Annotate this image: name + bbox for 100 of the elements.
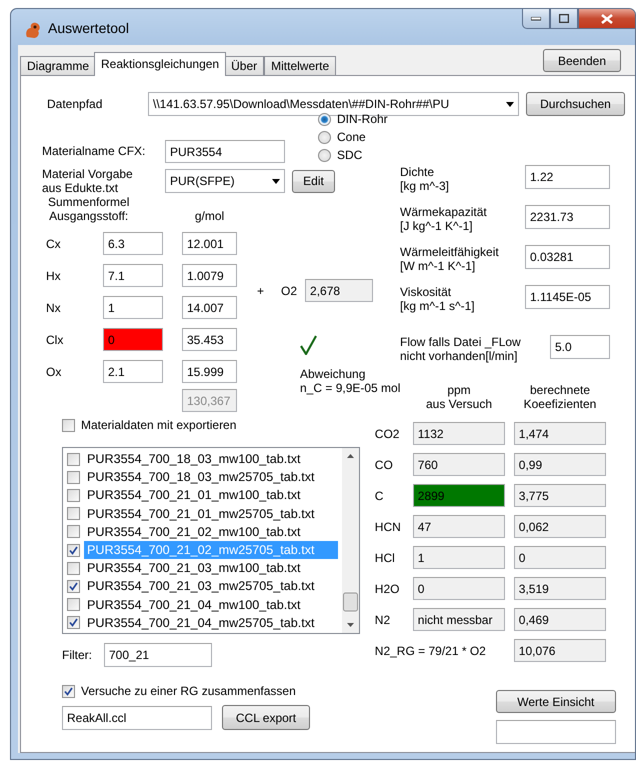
molar-mass-field[interactable]: 15.999 xyxy=(182,360,237,383)
checkbox[interactable] xyxy=(67,562,80,575)
ppm-field[interactable]: 1132 xyxy=(412,422,505,445)
window-title: Auswertetool xyxy=(48,20,129,36)
radio-button[interactable] xyxy=(318,130,331,144)
checkbox[interactable] xyxy=(67,507,80,520)
flow-field[interactable]: 5.0 xyxy=(550,335,610,359)
checkbox[interactable] xyxy=(67,544,80,557)
coefficient-field[interactable]: 0 xyxy=(514,546,606,569)
tab[interactable]: Über xyxy=(224,56,264,76)
file-item[interactable]: PUR3554_700_21_04_mw100_tab.txt xyxy=(84,596,338,614)
tab[interactable]: Diagramme xyxy=(20,56,96,76)
column-header: berechnete Koeefizienten xyxy=(522,383,598,411)
element-label: Ox xyxy=(46,364,62,378)
checkbox[interactable] xyxy=(67,598,80,612)
caret-icon xyxy=(272,178,280,184)
checkbox[interactable] xyxy=(62,418,75,432)
ppm-field[interactable]: 47 xyxy=(412,515,505,538)
field-label: Material Vorgabe aus Edukte.txt xyxy=(42,167,134,195)
column-header: Summenformel Ausgangsstoff: xyxy=(48,195,130,223)
coefficient-field[interactable]: 0,99 xyxy=(514,453,606,476)
file-item[interactable]: PUR3554_700_18_03_mw25705_tab.txt xyxy=(84,468,338,486)
molar-mass-field[interactable]: 14.007 xyxy=(182,296,237,319)
radio-label: Cone xyxy=(337,130,366,144)
file-item[interactable]: PUR3554_700_21_01_mw25705_tab.txt xyxy=(84,504,338,523)
count-field[interactable]: 7.1 xyxy=(103,264,163,287)
material-name-field[interactable]: PUR3554 xyxy=(165,140,285,163)
field-label: Filter: xyxy=(62,648,93,662)
coefficient-field[interactable]: 0,469 xyxy=(514,608,606,631)
checkbox[interactable] xyxy=(67,580,80,593)
file-item[interactable]: PUR3554_700_21_04_mw25705_tab.txt xyxy=(84,614,338,632)
file-item[interactable]: PUR3554_700_18_03_mw100_tab.txt xyxy=(84,450,338,468)
file-item[interactable]: PUR3554_700_21_03_mw25705_tab.txt xyxy=(84,577,338,596)
filter-field[interactable]: 700_21 xyxy=(104,643,212,667)
file-item[interactable]: PUR3554_700_21_02_mw100_tab.txt xyxy=(84,522,338,541)
minimize-button[interactable] xyxy=(522,9,550,29)
radio-button[interactable] xyxy=(318,148,331,162)
field-label: Datenpfad xyxy=(46,97,104,111)
coefficient-field[interactable]: 1,474 xyxy=(514,422,606,445)
checkbox[interactable] xyxy=(67,616,80,630)
output-field[interactable] xyxy=(496,720,616,744)
ppm-field[interactable]: 760 xyxy=(412,453,505,476)
browse-button[interactable]: Durchsuchen xyxy=(526,92,625,116)
ppm-field[interactable]: 2899 xyxy=(412,484,505,507)
ppm-field[interactable]: 1 xyxy=(412,546,505,569)
maximize-icon xyxy=(559,14,569,23)
field-label: Materialname CFX: xyxy=(42,144,146,160)
quit-button[interactable]: Beenden xyxy=(543,49,621,72)
property-label: Viskosität [kg m^-1 s^-1] xyxy=(400,285,476,313)
property-field[interactable]: 1.22 xyxy=(525,165,610,189)
oxygen-field[interactable]: 2,678 xyxy=(305,279,374,302)
file-item[interactable]: PUR3554_700_21_03_mw100_tab.txt xyxy=(84,559,338,578)
checkbox[interactable] xyxy=(67,452,80,466)
checkbox[interactable] xyxy=(67,525,80,538)
flow-label: Flow falls Datei _FLow nicht vorhanden[l/min] xyxy=(400,335,522,363)
values-button[interactable]: Werte Einsicht xyxy=(496,690,616,713)
count-field[interactable]: 6.3 xyxy=(103,232,163,255)
checkbox-label: Materialdaten mit exportieren xyxy=(81,418,236,432)
ccl-export-button[interactable]: CCL export xyxy=(222,705,310,730)
material-dropdown[interactable]: PUR(SFPE) xyxy=(165,169,285,193)
property-field[interactable]: 2231.73 xyxy=(525,205,610,229)
caret-icon xyxy=(506,102,514,106)
formula-label: N2_RG = 79/21 * O2 xyxy=(374,644,487,658)
molar-mass-field[interactable]: 35.453 xyxy=(182,328,237,351)
tab[interactable]: Reaktionsgleichungen xyxy=(94,52,226,76)
column-header: g/mol xyxy=(194,209,226,223)
close-button[interactable] xyxy=(578,9,635,29)
coefficient-field[interactable]: 10,076 xyxy=(514,639,606,662)
tab[interactable]: Mittelwerte xyxy=(264,56,336,76)
property-field[interactable]: 1.1145E-05 xyxy=(525,285,610,309)
column-header: ppm aus Versuch xyxy=(424,383,494,411)
property-label: Dichte [kg m^-3] xyxy=(400,165,450,193)
checkbox[interactable] xyxy=(67,470,80,484)
coefficient-field[interactable]: 0,062 xyxy=(514,515,606,538)
checkbox[interactable] xyxy=(62,684,75,698)
ppm-field[interactable]: nicht messbar xyxy=(412,608,505,631)
element-label: Clx xyxy=(46,332,64,346)
scrollbar[interactable] xyxy=(342,448,359,633)
oxygen-label: O2 xyxy=(281,284,298,298)
molar-mass-field[interactable]: 1.0079 xyxy=(182,264,237,287)
coefficient-field[interactable]: 3,519 xyxy=(514,577,606,600)
gas-label: C xyxy=(374,488,384,502)
deviation-text: Abweichung n_C = 9,9E-05 mol xyxy=(300,367,400,395)
property-label: Wärmekapazität [J kg^-1 K^-1] xyxy=(400,205,488,233)
maximize-button[interactable] xyxy=(550,9,578,29)
ppm-field[interactable]: 0 xyxy=(412,577,505,600)
close-icon xyxy=(601,14,613,24)
property-field[interactable]: 0.03281 xyxy=(525,245,610,269)
plus-sign: + xyxy=(257,284,264,298)
file-item[interactable]: PUR3554_700_21_01_mw100_tab.txt xyxy=(84,486,338,504)
coefficient-field[interactable]: 3,775 xyxy=(514,484,606,507)
count-field[interactable]: 1 xyxy=(103,296,163,319)
edit-button[interactable]: Edit xyxy=(292,170,335,192)
count-field[interactable]: 0 xyxy=(103,328,163,351)
property-label: Wärmeleitfähigkeit [W m^-1 K^-1] xyxy=(400,245,500,273)
file-name-field[interactable]: ReakAll.ccl xyxy=(62,706,212,730)
checkbox[interactable] xyxy=(67,488,80,502)
element-label: Cx xyxy=(46,236,62,250)
molar-mass-field[interactable]: 12.001 xyxy=(182,232,237,255)
count-field[interactable]: 2.1 xyxy=(103,360,163,383)
